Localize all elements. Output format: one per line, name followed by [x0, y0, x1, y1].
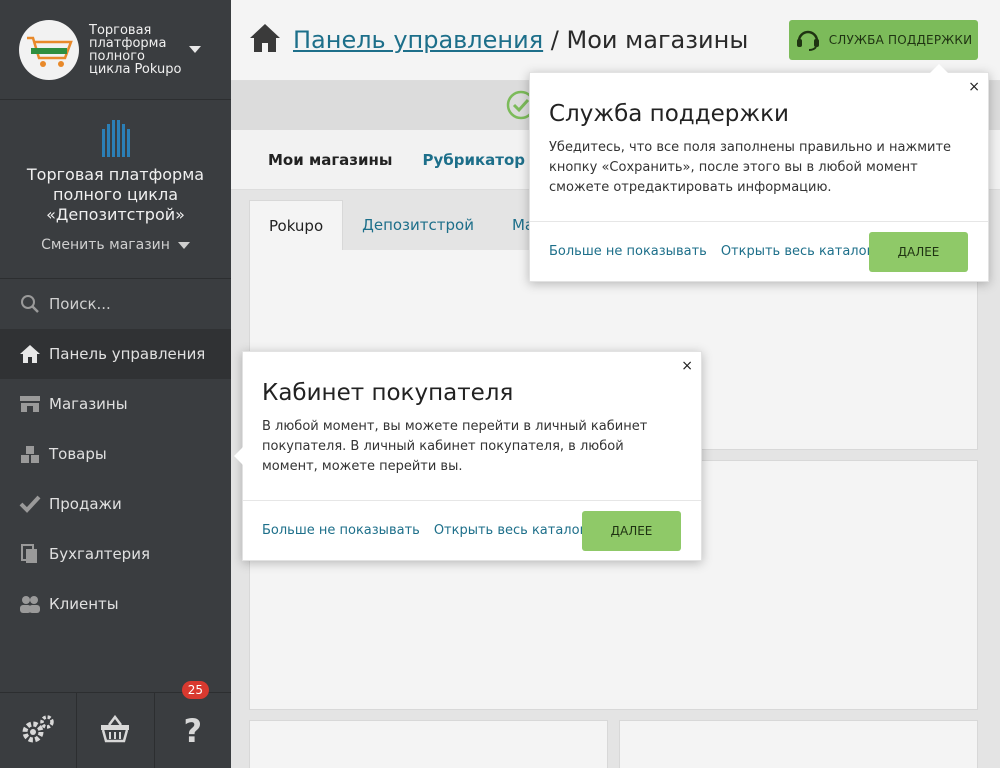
basket-icon — [99, 714, 131, 747]
popover-title: Служба поддержки — [549, 101, 789, 127]
breadcrumb-separator: / — [550, 26, 559, 54]
buyer-cabinet-popover: × Кабинет покупателя В любой момент, вы … — [234, 351, 702, 561]
sidebar-item-label: Бухгалтерия — [49, 545, 150, 563]
sidebar-search[interactable]: Поиск... — [0, 279, 231, 329]
content-panel — [619, 720, 978, 768]
page-header: Панель управления / Мои магазины СЛУЖБА … — [231, 0, 1000, 81]
chevron-down-icon[interactable] — [189, 46, 201, 53]
dont-show-again-link[interactable]: Больше не показывать — [549, 244, 707, 259]
sidebar-item-label: Магазины — [49, 395, 128, 413]
store-logo — [0, 119, 231, 157]
popover-description: Убедитесь, что все поля заполнены правил… — [549, 140, 952, 195]
open-catalog-link[interactable]: Открыть весь каталог — [434, 523, 587, 538]
sidebar-footer: 25 ? — [0, 681, 231, 768]
tab-rubricator[interactable]: Рубрикатор — [422, 151, 525, 169]
store-icon — [19, 393, 41, 415]
support-popover: × Служба поддержки Убедитесь, что все по… — [529, 64, 989, 282]
change-store-label: Сменить магазин — [41, 237, 170, 253]
sidebar: Торговая платформа полного цикла Pokupo … — [0, 0, 231, 768]
gears-icon — [21, 714, 55, 748]
sidebar-item-label: Клиенты — [49, 595, 119, 613]
search-icon — [19, 293, 41, 315]
account-switcher[interactable]: Торговая платформа полного цикла Pokupo — [0, 0, 231, 100]
breadcrumb: Панель управления / Мои магазины — [293, 26, 748, 54]
sidebar-item-label: Товары — [49, 445, 107, 463]
sidebar-item-dashboard[interactable]: Панель управления — [0, 329, 231, 379]
popover-footer: Больше не показывать Открыть весь катало… — [530, 221, 988, 281]
change-store-dropdown[interactable]: Сменить магазин — [0, 237, 231, 253]
breadcrumb-link-dashboard[interactable]: Панель управления — [293, 26, 543, 54]
search-input[interactable]: Поиск... — [49, 295, 111, 313]
boxes-icon — [19, 443, 41, 465]
support-button-label: СЛУЖБА ПОДДЕРЖКИ — [828, 33, 973, 47]
sidebar-item-products[interactable]: Товары — [0, 429, 231, 479]
company-name: Торговая платформа полного цикла Pokupo — [89, 22, 182, 77]
popover-arrow — [234, 447, 243, 465]
sidebar-item-label: Панель управления — [49, 345, 206, 363]
popover-description: В любой момент, вы можете перейти в личн… — [262, 419, 648, 474]
content-panel — [249, 720, 608, 768]
next-button[interactable]: ДАЛЕЕ — [869, 232, 968, 272]
sidebar-item-accounting[interactable]: Бухгалтерия — [0, 529, 231, 579]
users-icon — [19, 593, 41, 615]
sidebar-item-clients[interactable]: Клиенты — [0, 579, 231, 629]
sidebar-item-stores[interactable]: Магазины — [0, 379, 231, 429]
store-tab-depozitstroy[interactable]: Депозитстрой — [343, 200, 493, 250]
popover-arrow — [930, 64, 948, 73]
page-title: Мои магазины — [566, 26, 749, 54]
headset-icon — [795, 27, 821, 54]
open-catalog-link[interactable]: Открыть весь каталог — [721, 244, 874, 259]
help-icon: ? — [183, 711, 203, 750]
company-logo — [19, 19, 79, 80]
close-icon[interactable]: × — [681, 358, 693, 374]
dont-show-again-link[interactable]: Больше не показывать — [262, 523, 420, 538]
tab-my-stores[interactable]: Мои магазины — [268, 151, 392, 169]
sidebar-item-label: Продажи — [49, 495, 122, 513]
check-icon — [19, 493, 41, 515]
cart-button[interactable] — [77, 693, 155, 768]
chevron-down-icon — [177, 241, 190, 249]
popover-footer: Больше не показывать Открыть весь катало… — [243, 500, 701, 560]
documents-icon — [19, 543, 41, 565]
store-tab-pokupo[interactable]: Pokupo — [249, 200, 344, 250]
close-icon[interactable]: × — [968, 79, 980, 95]
next-button[interactable]: ДАЛЕЕ — [582, 511, 681, 551]
store-name: Торговая платформа полного цикла «Депози… — [26, 165, 205, 224]
support-button[interactable]: СЛУЖБА ПОДДЕРЖКИ — [789, 20, 978, 60]
popover-title: Кабинет покупателя — [262, 380, 514, 406]
home-icon — [19, 343, 41, 365]
sidebar-item-sales[interactable]: Продажи — [0, 479, 231, 529]
help-button[interactable]: 25 ? — [155, 681, 231, 768]
settings-button[interactable] — [0, 693, 78, 768]
current-store: Торговая платформа полного цикла «Депози… — [0, 100, 231, 279]
home-icon[interactable] — [249, 23, 281, 57]
notification-badge: 25 — [181, 681, 209, 699]
